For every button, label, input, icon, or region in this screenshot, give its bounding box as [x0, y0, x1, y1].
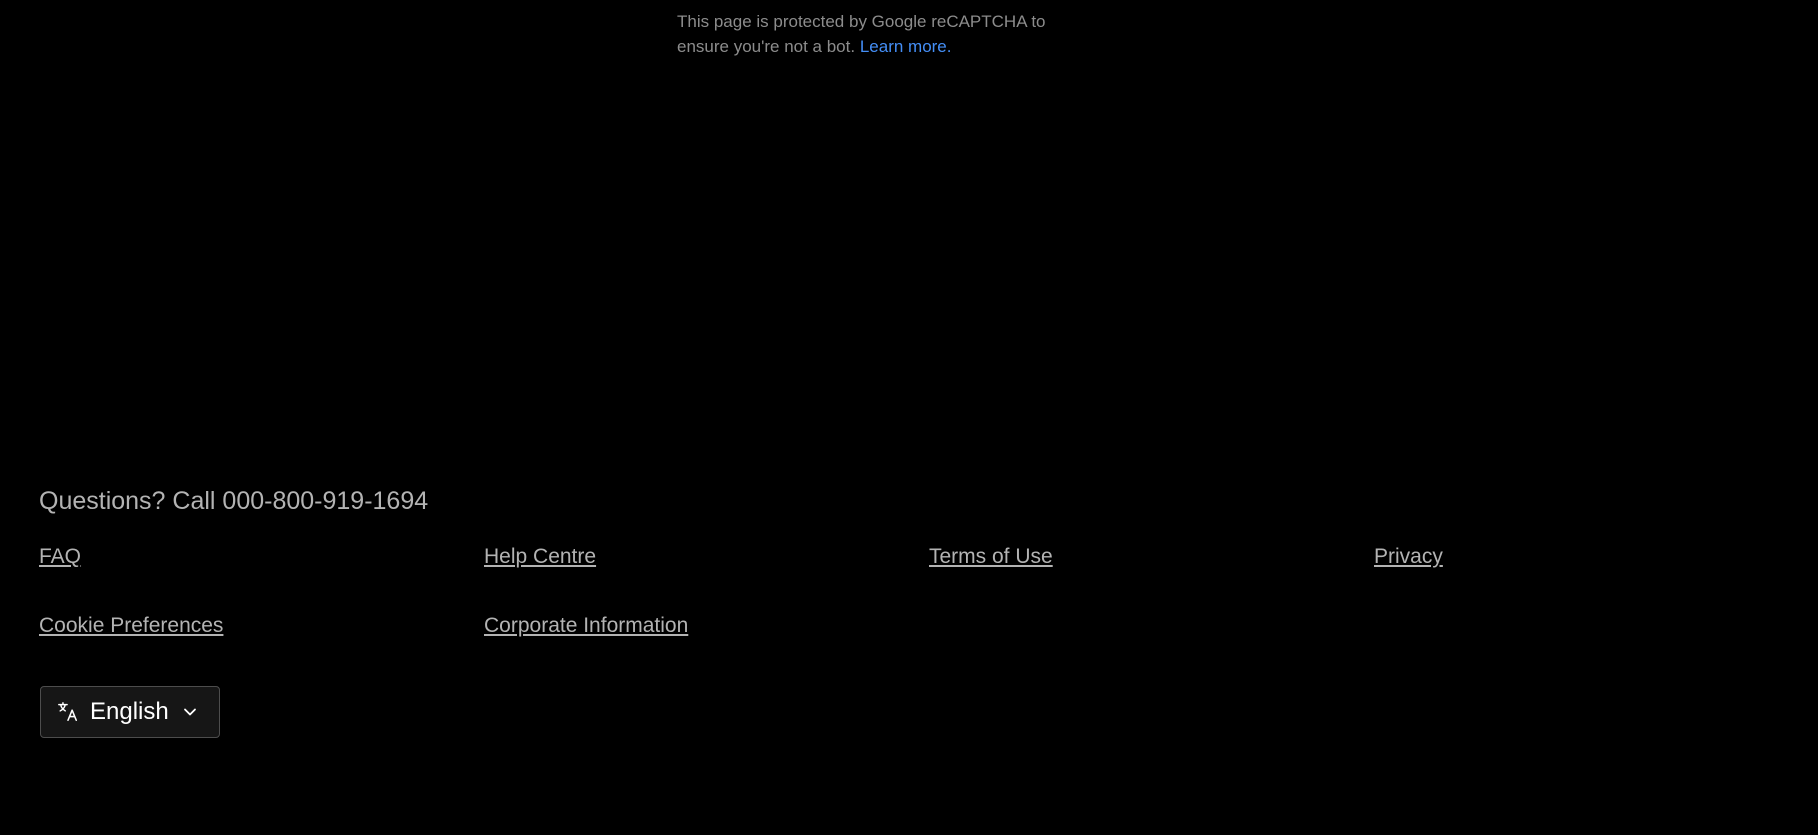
page: This page is protected by Google reCAPTC… — [0, 0, 1818, 835]
footer-links: FAQ Help Centre Terms of Use Privacy Coo… — [39, 544, 1799, 641]
language-label: English — [90, 698, 169, 725]
recaptcha-notice: This page is protected by Google reCAPTC… — [677, 9, 1097, 59]
language-select[interactable]: English — [40, 686, 220, 738]
footer: Questions? Call 000-800-919-1694 FAQ Hel… — [39, 484, 1799, 657]
cookie-preferences-link[interactable]: Cookie Preferences — [39, 614, 223, 637]
chevron-down-icon — [183, 705, 197, 719]
translate-icon — [57, 701, 79, 723]
learn-more-link[interactable]: Learn more. — [860, 37, 952, 56]
questions-phone: Questions? Call 000-800-919-1694 — [39, 487, 429, 515]
privacy-link[interactable]: Privacy — [1374, 545, 1443, 568]
corporate-information-link[interactable]: Corporate Information — [484, 614, 688, 637]
faq-link[interactable]: FAQ — [39, 545, 81, 568]
help-centre-link[interactable]: Help Centre — [484, 545, 596, 568]
terms-of-use-link[interactable]: Terms of Use — [929, 545, 1053, 568]
